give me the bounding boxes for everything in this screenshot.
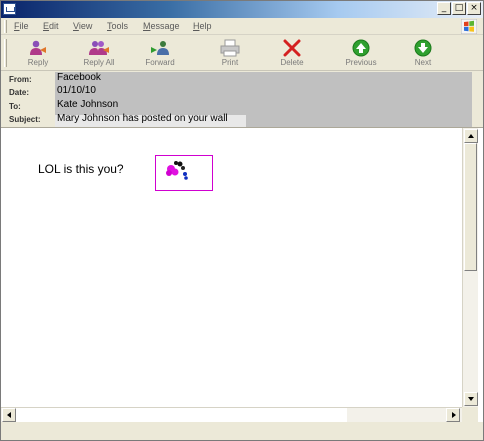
print-icon	[220, 39, 240, 57]
next-button[interactable]: Next	[395, 37, 451, 70]
subject-value: Mary Johnson has posted on your wall	[57, 113, 228, 124]
next-icon	[414, 39, 432, 57]
minimize-button[interactable]: _	[437, 2, 451, 15]
previous-icon	[352, 39, 370, 57]
scroll-left-button[interactable]	[2, 408, 16, 422]
delete-icon	[283, 39, 301, 57]
title-bar[interactable]: _ □ ×	[1, 1, 483, 18]
message-header: From: Facebook Date: 01/10/10 To: Kate J…	[1, 71, 483, 128]
reply-all-label: Reply All	[83, 58, 115, 67]
horizontal-scroll-track[interactable]	[16, 408, 347, 422]
menu-view[interactable]: View	[73, 21, 92, 31]
delete-button[interactable]: Delete	[264, 37, 320, 70]
message-window: _ □ × File Edit View Tools Message Help	[0, 0, 484, 441]
maximize-button[interactable]: □	[452, 2, 466, 15]
menu-file[interactable]: File	[14, 21, 29, 31]
menu-grip-handle[interactable]	[4, 20, 7, 33]
reply-all-button[interactable]: Reply All	[71, 37, 127, 70]
embedded-image[interactable]	[155, 155, 213, 191]
from-value: Facebook	[57, 72, 101, 83]
close-button[interactable]: ×	[467, 2, 481, 15]
menu-help[interactable]: Help	[193, 21, 212, 31]
scroll-down-button[interactable]	[464, 392, 478, 406]
print-label: Print	[221, 58, 239, 67]
vertical-scroll-thumb[interactable]	[464, 143, 477, 271]
toolbar-grip-handle[interactable]	[4, 39, 7, 67]
menu-message[interactable]: Message	[143, 21, 180, 31]
vertical-scrollbar[interactable]	[462, 128, 478, 408]
forward-label: Forward	[145, 58, 175, 67]
scroll-up-button[interactable]	[464, 129, 478, 143]
to-value: Kate Johnson	[57, 99, 119, 110]
forward-button[interactable]: Forward	[132, 37, 188, 70]
next-label: Next	[414, 58, 432, 67]
message-text: LOL is this you?	[38, 162, 124, 176]
print-button[interactable]: Print	[202, 37, 258, 70]
forward-icon	[151, 41, 169, 55]
previous-label: Previous	[345, 58, 377, 67]
menu-bar: File Edit View Tools Message Help	[1, 18, 483, 35]
scroll-right-button[interactable]	[446, 408, 460, 422]
size-grip[interactable]	[462, 407, 478, 422]
reply-button[interactable]: Reply	[10, 37, 66, 70]
reply-label: Reply	[27, 58, 49, 67]
subject-label: Subject:	[9, 115, 41, 124]
to-label: To:	[9, 102, 21, 111]
toolbar: Reply Reply All Forward Print Delete Pre…	[1, 36, 483, 71]
broken-picture-icon	[166, 161, 188, 180]
menu-edit[interactable]: Edit	[43, 21, 59, 31]
mail-app-icon[interactable]	[3, 3, 16, 15]
previous-button[interactable]: Previous	[333, 37, 389, 70]
delete-label: Delete	[280, 58, 304, 67]
horizontal-scrollbar[interactable]	[1, 407, 462, 422]
message-body[interactable]: LOL is this you?	[1, 128, 483, 440]
date-value: 01/10/10	[57, 85, 96, 96]
from-label: From:	[9, 75, 32, 84]
bottom-border	[1, 422, 483, 440]
date-label: Date:	[9, 88, 30, 97]
menu-tools[interactable]: Tools	[107, 21, 128, 31]
reply-all-icon	[89, 41, 109, 55]
window-controls: _ □ ×	[437, 2, 481, 15]
reply-icon	[30, 40, 46, 55]
windows-logo-icon	[461, 19, 477, 34]
